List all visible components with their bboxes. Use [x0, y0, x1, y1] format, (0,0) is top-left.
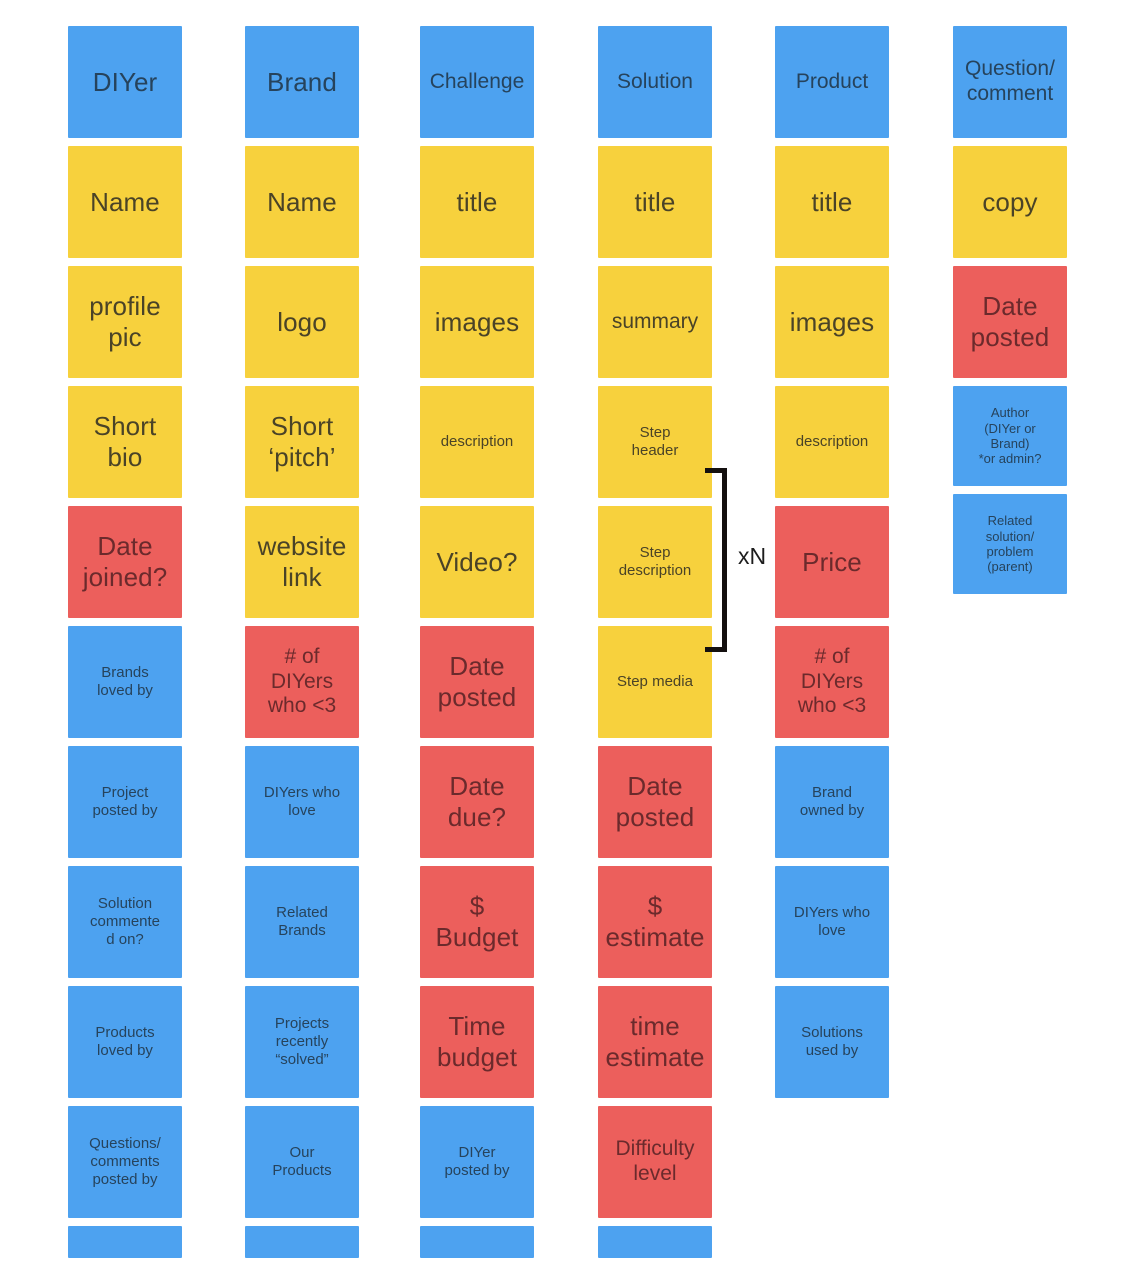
card-challenge-7: $ Budget: [420, 866, 534, 978]
card-challenge-1: title: [420, 146, 534, 258]
card-brand-5: # of DIYers who <3: [245, 626, 359, 738]
card-question-comment-1: copy: [953, 146, 1067, 258]
card-question-comment-3: Author (DIYer or Brand) *or admin?: [953, 386, 1067, 486]
card-product-6: Brand owned by: [775, 746, 889, 858]
card-solution-10: [598, 1226, 712, 1258]
card-diyer-1: Name: [68, 146, 182, 258]
card-solution-4: Step description: [598, 506, 712, 618]
card-solution-8: time estimate: [598, 986, 712, 1098]
card-diyer-10: [68, 1226, 182, 1258]
card-product-2: images: [775, 266, 889, 378]
column-question-comment: Question/comment copy Date posted Author (DIY…: [953, 26, 1067, 602]
card-brand-10: [245, 1226, 359, 1258]
card-challenge-5: Date posted: [420, 626, 534, 738]
card-challenge-4: Video?: [420, 506, 534, 618]
card-challenge-6: Date due?: [420, 746, 534, 858]
card-brand-7: Related Brands: [245, 866, 359, 978]
card-solution-1: title: [598, 146, 712, 258]
card-product-4: Price: [775, 506, 889, 618]
card-product-1: title: [775, 146, 889, 258]
column-header-brand: Brand: [245, 26, 359, 138]
card-diyer-2: profile pic: [68, 266, 182, 378]
card-product-5: # of DIYers who <3: [775, 626, 889, 738]
card-challenge-10: [420, 1226, 534, 1258]
card-solution-9: Difficulty level: [598, 1106, 712, 1218]
card-brand-3: Short ‘pitch’: [245, 386, 359, 498]
card-solution-3: Step header: [598, 386, 712, 498]
card-solution-6: Date posted: [598, 746, 712, 858]
card-challenge-3: description: [420, 386, 534, 498]
card-product-7: DIYers who love: [775, 866, 889, 978]
card-product-8: Solutions used by: [775, 986, 889, 1098]
column-challenge: Challenge title images description Video? Dat…: [420, 26, 534, 1264]
card-question-comment-2: Date posted: [953, 266, 1067, 378]
card-brand-2: logo: [245, 266, 359, 378]
card-solution-2: summary: [598, 266, 712, 378]
card-diyer-6: Project posted by: [68, 746, 182, 858]
card-diyer-5: Brands loved by: [68, 626, 182, 738]
card-diyer-9: Questions/comments posted by: [68, 1106, 182, 1218]
column-product: Product title images description Price # of DI…: [775, 26, 889, 1106]
column-header-challenge: Challenge: [420, 26, 534, 138]
column-header-product: Product: [775, 26, 889, 138]
card-diyer-7: Solution commente d on?: [68, 866, 182, 978]
card-challenge-9: DIYer posted by: [420, 1106, 534, 1218]
column-header-solution: Solution: [598, 26, 712, 138]
card-diyer-8: Products loved by: [68, 986, 182, 1098]
card-brand-9: Our Products: [245, 1106, 359, 1218]
column-diyer: DIYer Name profile pic Short bio Date joined? Br…: [68, 26, 182, 1264]
card-challenge-2: images: [420, 266, 534, 378]
column-header-question-comment: Question/comment: [953, 26, 1067, 138]
card-solution-5: Step media: [598, 626, 712, 738]
card-brand-8: Projects recently “solved”: [245, 986, 359, 1098]
column-header-diyer: DIYer: [68, 26, 182, 138]
repeat-bracket-icon: [705, 468, 727, 652]
card-question-comment-4: Related solution/problem (parent): [953, 494, 1067, 594]
repeat-count-label: xN: [738, 543, 767, 569]
column-brand: Brand Name logo Short ‘pitch’ website link # of…: [245, 26, 359, 1264]
card-brand-1: Name: [245, 146, 359, 258]
card-brand-4: website link: [245, 506, 359, 618]
card-diyer-3: Short bio: [68, 386, 182, 498]
card-brand-6: DIYers who love: [245, 746, 359, 858]
card-diyer-4: Date joined?: [68, 506, 182, 618]
card-solution-7: $ estimate: [598, 866, 712, 978]
card-product-3: description: [775, 386, 889, 498]
card-challenge-8: Time budget: [420, 986, 534, 1098]
diagram-canvas: DIYer Name profile pic Short bio Date joined? Br…: [0, 0, 1134, 1264]
column-solution: Solution title summary Step header Step descri…: [598, 26, 712, 1264]
